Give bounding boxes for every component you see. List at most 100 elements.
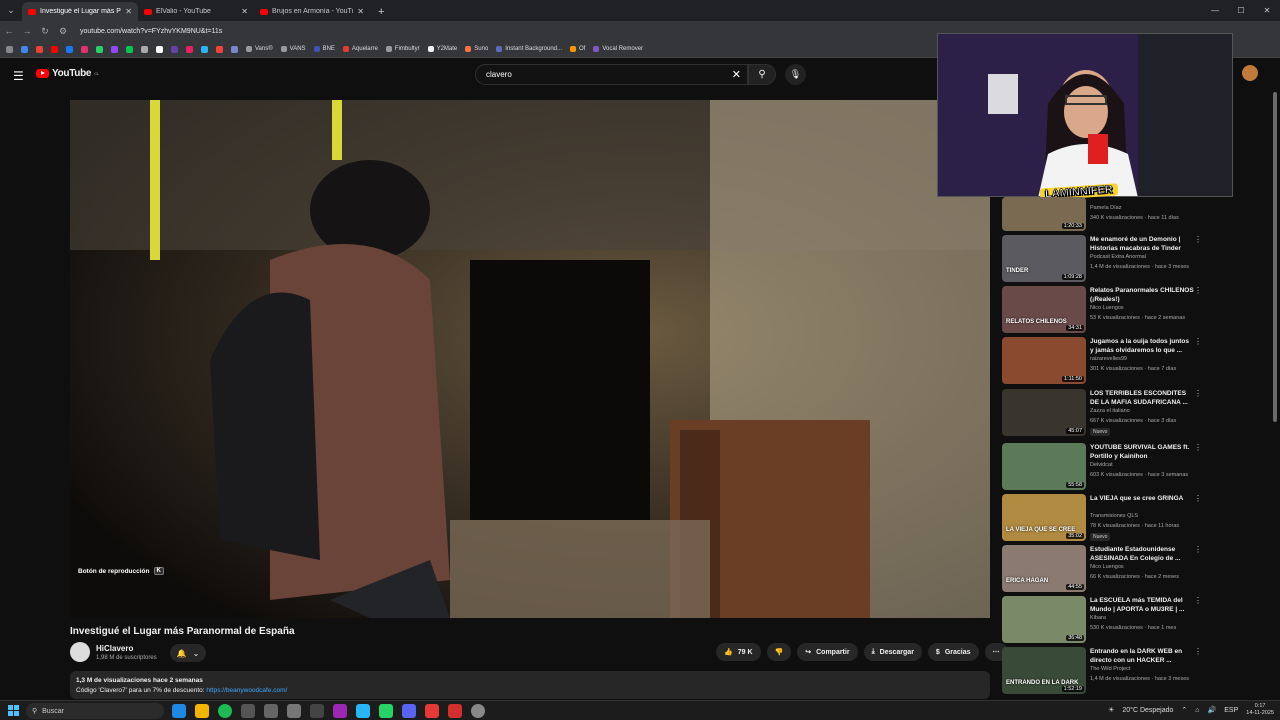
video-thumbnail[interactable]: TINDER 1:09:28 <box>1002 235 1086 282</box>
tab-search-icon[interactable]: ⌄ <box>0 0 22 21</box>
bookmark-vans[interactable]: VANS <box>280 46 306 52</box>
bookmark-icon[interactable] <box>21 45 28 53</box>
more-options-icon[interactable]: ⋮ <box>1194 235 1202 244</box>
chrome-icon[interactable] <box>241 704 255 718</box>
bookmark-icon[interactable] <box>231 45 238 53</box>
video-title[interactable]: Estudiante Estadounidense ASESINADA En C… <box>1090 545 1194 563</box>
channel-name[interactable]: Pamela Díaz <box>1090 205 1122 211</box>
bookmark-vans-r[interactable]: Vans® <box>246 46 273 52</box>
maximize-icon[interactable]: ☐ <box>1228 0 1254 21</box>
bookmark-icon[interactable] <box>216 45 223 53</box>
more-options-icon[interactable]: ⋮ <box>1194 647 1202 656</box>
recommendation-item[interactable]: RELATOS CHILENOS 34:31 Relatos Paranormale… <box>1002 286 1202 334</box>
spotify-icon[interactable] <box>218 704 232 718</box>
recommendation-item[interactable]: 1:11:50 Jugamos a la ouija todos juntos y… <box>1002 337 1202 385</box>
video-thumbnail[interactable]: 45:07 <box>1002 389 1086 436</box>
close-tab-icon[interactable]: ✕ <box>241 7 248 16</box>
site-info-icon[interactable]: ⚙ <box>54 26 72 37</box>
discord-icon[interactable] <box>402 704 416 718</box>
tab-elvalio[interactable]: ElValio - YouTube ✕ <box>138 2 254 21</box>
more-options-icon[interactable]: ⋮ <box>1194 389 1202 398</box>
bookmark-vocal-remover[interactable]: Vocal Remover <box>593 46 643 52</box>
recommendation-item[interactable]: 45:07 LOS TERRIBLES ESCONDITES DE LA MAFI… <box>1002 389 1202 437</box>
video-thumbnail[interactable]: RELATOS CHILENOS 34:31 <box>1002 286 1086 333</box>
description-box[interactable]: 1,3 M de visualizaciones hace 2 semanas … <box>70 671 990 699</box>
channel-name[interactable]: Podcast Extra Anormal <box>1090 254 1146 260</box>
more-options-icon[interactable]: ⋮ <box>1194 545 1202 554</box>
dislike-button[interactable]: 👎 <box>766 643 792 661</box>
recommendation-item[interactable]: LA VIEJA QUE SE CREE 35:02 La VIEJA que se… <box>1002 494 1202 542</box>
bookmark-suno[interactable]: Suno <box>465 46 488 52</box>
description-link[interactable]: https://beanywoodcafe.com/ <box>206 687 287 694</box>
app-icon[interactable] <box>264 704 278 718</box>
channel-name[interactable]: Delvidcat <box>1090 462 1113 468</box>
video-thumbnail[interactable]: 1:11:50 <box>1002 337 1086 384</box>
search-input[interactable]: clavero ✕ <box>475 64 748 85</box>
video-title[interactable]: LOS TERRIBLES ESCONDITES DE LA MAFIA SUD… <box>1090 389 1194 407</box>
download-button[interactable]: ⤓ Descargar <box>863 643 922 661</box>
language-indicator[interactable]: ESP <box>1224 707 1238 714</box>
app-icon[interactable] <box>356 704 370 718</box>
recommendation-item[interactable]: ENTRANDO EN LA DARK 1:52:19 Entrando en la… <box>1002 647 1202 695</box>
bookmark-icon[interactable] <box>51 45 58 53</box>
channel-avatar[interactable] <box>70 642 90 662</box>
bookmark-y2mate[interactable]: Y2Mate <box>427 46 457 52</box>
recommendation-item[interactable]: 55:58 YOUTUBE SURVIVAL GAMES ft. Portillo… <box>1002 443 1202 491</box>
bookmark-icon[interactable] <box>66 45 73 53</box>
new-tab-button[interactable]: + <box>370 2 392 21</box>
app-icon[interactable] <box>333 704 347 718</box>
bookmark-icon[interactable] <box>36 45 43 53</box>
recommendation-item[interactable]: 36:48 La ESCUELA más TEMIDA del Mundo | A… <box>1002 596 1202 644</box>
scrollbar[interactable] <box>1273 92 1277 422</box>
obs-icon[interactable] <box>471 704 485 718</box>
chevron-up-icon[interactable]: ⌃ <box>1181 706 1187 714</box>
bookmark-icon[interactable] <box>126 45 133 53</box>
bookmark-icon[interactable] <box>81 45 88 53</box>
video-title[interactable]: YOUTUBE SURVIVAL GAMES ft. Portillo y Ka… <box>1090 443 1194 461</box>
channel-name[interactable]: The Wild Project <box>1090 666 1130 672</box>
bookmark-of[interactable]: Of <box>570 46 585 52</box>
tab-video[interactable]: Investigué el Lugar más Paranor ✕ <box>22 2 138 21</box>
video-title[interactable]: Me enamoré de un Demonio | Historias mac… <box>1090 235 1194 253</box>
like-button[interactable]: 👍 79 K <box>716 643 761 661</box>
video-title[interactable]: La ESCUELA más TEMIDA del Mundo | APORTA… <box>1090 596 1194 614</box>
channel-name[interactable]: Kibara <box>1090 615 1106 621</box>
video-thumbnail[interactable]: 55:58 <box>1002 443 1086 490</box>
more-options-icon[interactable]: ⋮ <box>1194 494 1202 503</box>
channel-name[interactable]: Nico Luengos <box>1090 564 1124 570</box>
app-icon[interactable] <box>425 704 439 718</box>
recommendation-item[interactable]: ERICA HAGAN 44:55 Estudiante Estadounidens… <box>1002 545 1202 593</box>
file-explorer-icon[interactable] <box>195 704 209 718</box>
video-title[interactable]: Relatos Paranormales CHILENOS (¡Reales!) <box>1090 286 1194 304</box>
video-thumbnail[interactable]: ERICA HAGAN 44:55 <box>1002 545 1086 592</box>
video-thumbnail[interactable]: ENTRANDO EN LA DARK 1:52:19 <box>1002 647 1086 694</box>
more-options-icon[interactable]: ⋮ <box>1194 337 1202 346</box>
channel-name[interactable]: raizarevelles99 <box>1090 356 1127 362</box>
thanks-button[interactable]: $ Gracias <box>927 643 979 661</box>
video-player[interactable] <box>70 100 990 618</box>
close-tab-icon[interactable]: ✕ <box>357 7 364 16</box>
video-thumbnail[interactable]: 1:20:33 <box>1002 197 1086 231</box>
video-title[interactable]: La VIEJA que se cree GRINGA <box>1090 494 1194 503</box>
youtube-logo[interactable]: YouTube CL <box>36 68 99 79</box>
more-options-icon[interactable]: ⋮ <box>1194 443 1202 452</box>
menu-icon[interactable]: ☰ <box>13 69 24 83</box>
video-thumbnail[interactable]: LA VIEJA QUE SE CREE 35:02 <box>1002 494 1086 541</box>
back-icon[interactable]: ← <box>0 26 18 36</box>
forward-icon[interactable]: → <box>18 26 36 36</box>
share-button[interactable]: ↪ Compartir <box>797 643 858 661</box>
bookmark-icon[interactable] <box>186 45 193 53</box>
video-title[interactable]: Entrando en la DARK WEB en directo con u… <box>1090 647 1194 665</box>
close-window-icon[interactable]: ✕ <box>1254 0 1280 21</box>
recommendation-item[interactable]: TINDER 1:09:28 Me enamoré de un Demonio | … <box>1002 235 1202 283</box>
bookmark-icon[interactable] <box>171 45 178 53</box>
more-options-icon[interactable]: ⋮ <box>1194 286 1202 295</box>
copilot-icon[interactable] <box>172 704 186 718</box>
weather-text[interactable]: 20°C Despejado <box>1122 707 1173 714</box>
avatar[interactable] <box>1242 65 1258 81</box>
bookmark-icon[interactable] <box>96 45 103 53</box>
channel-name[interactable]: Transmisiones QLS <box>1090 513 1138 519</box>
clock[interactable]: 0:17 14-11-2025 <box>1246 703 1274 717</box>
windows-start-icon[interactable] <box>8 705 19 716</box>
app-icon[interactable] <box>287 704 301 718</box>
